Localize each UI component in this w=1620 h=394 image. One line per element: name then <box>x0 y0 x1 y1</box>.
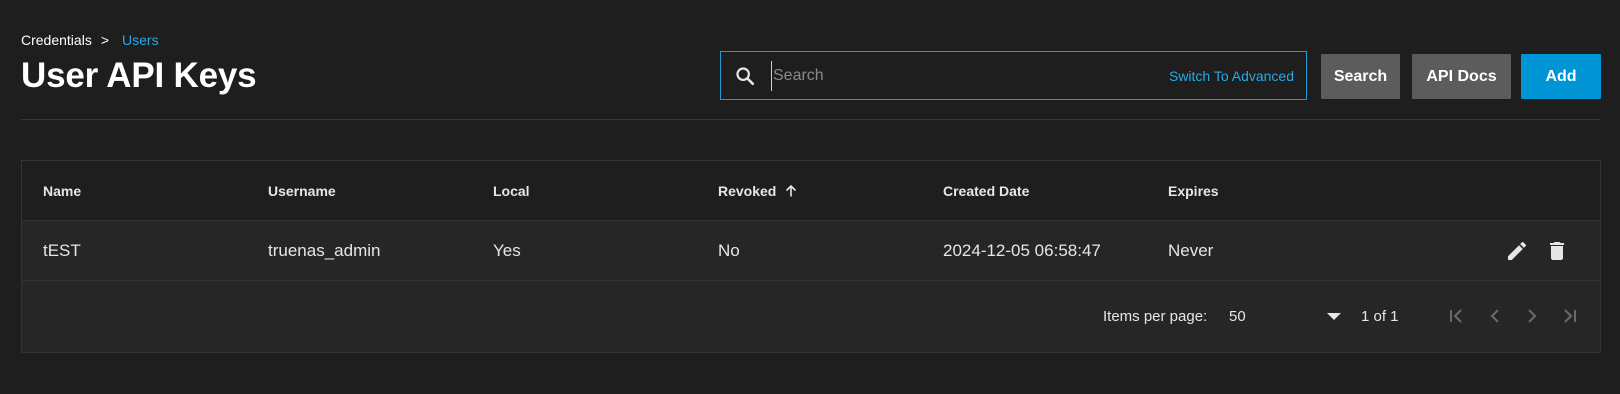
column-header-revoked[interactable]: Revoked <box>718 161 798 221</box>
first-page-icon[interactable] <box>1443 302 1471 330</box>
cell-name: tEST <box>43 241 81 260</box>
search-button[interactable]: Search <box>1321 54 1400 99</box>
sort-arrow-up-icon <box>784 184 798 198</box>
table-row: tEST truenas_admin Yes No 2024-12-05 06:… <box>22 221 1600 281</box>
items-per-page-select[interactable]: 50 <box>1229 301 1341 331</box>
column-header-local[interactable]: Local <box>493 161 530 221</box>
breadcrumb-credentials[interactable]: Credentials <box>21 32 92 48</box>
items-per-page-value: 50 <box>1229 307 1246 325</box>
page-title: User API Keys <box>21 56 257 95</box>
column-header-revoked-label: Revoked <box>718 183 777 199</box>
add-button[interactable]: Add <box>1521 54 1601 99</box>
cell-revoked: No <box>718 241 740 260</box>
column-header-created-date[interactable]: Created Date <box>943 161 1029 221</box>
search-box[interactable]: Switch To Advanced <box>720 51 1307 100</box>
items-per-page-label: Items per page: <box>1103 307 1208 325</box>
breadcrumb-users[interactable]: Users <box>122 32 159 48</box>
previous-page-icon[interactable] <box>1481 302 1509 330</box>
cell-expires: Never <box>1168 241 1214 260</box>
paginator: Items per page: 50 1 of 1 <box>22 281 1600 351</box>
edit-icon[interactable] <box>1504 238 1530 264</box>
cell-local: Yes <box>493 241 521 260</box>
breadcrumb-separator: > <box>100 32 110 48</box>
last-page-icon[interactable] <box>1555 302 1583 330</box>
table-header: Name Username Local Revoked Created Date… <box>22 161 1600 221</box>
breadcrumb: Credentials > Users <box>21 30 256 50</box>
next-page-icon[interactable] <box>1518 302 1546 330</box>
column-header-name[interactable]: Name <box>43 161 81 221</box>
page-range: 1 of 1 <box>1361 307 1399 325</box>
cell-username: truenas_admin <box>268 241 381 260</box>
column-header-expires[interactable]: Expires <box>1168 161 1219 221</box>
api-keys-table: Name Username Local Revoked Created Date… <box>21 160 1601 353</box>
dropdown-arrow-icon <box>1327 308 1341 325</box>
switch-to-advanced-link[interactable]: Switch To Advanced <box>1169 68 1294 84</box>
row-actions <box>1504 221 1570 281</box>
cell-created-date: 2024-12-05 06:58:47 <box>943 241 1101 260</box>
api-docs-button[interactable]: API Docs <box>1412 54 1511 99</box>
delete-icon[interactable] <box>1544 238 1570 264</box>
page-header: Credentials > Users User API Keys <box>21 30 257 96</box>
header-divider <box>21 119 1600 120</box>
column-header-username[interactable]: Username <box>268 161 336 221</box>
search-icon <box>733 64 757 88</box>
search-input[interactable] <box>771 60 1169 91</box>
